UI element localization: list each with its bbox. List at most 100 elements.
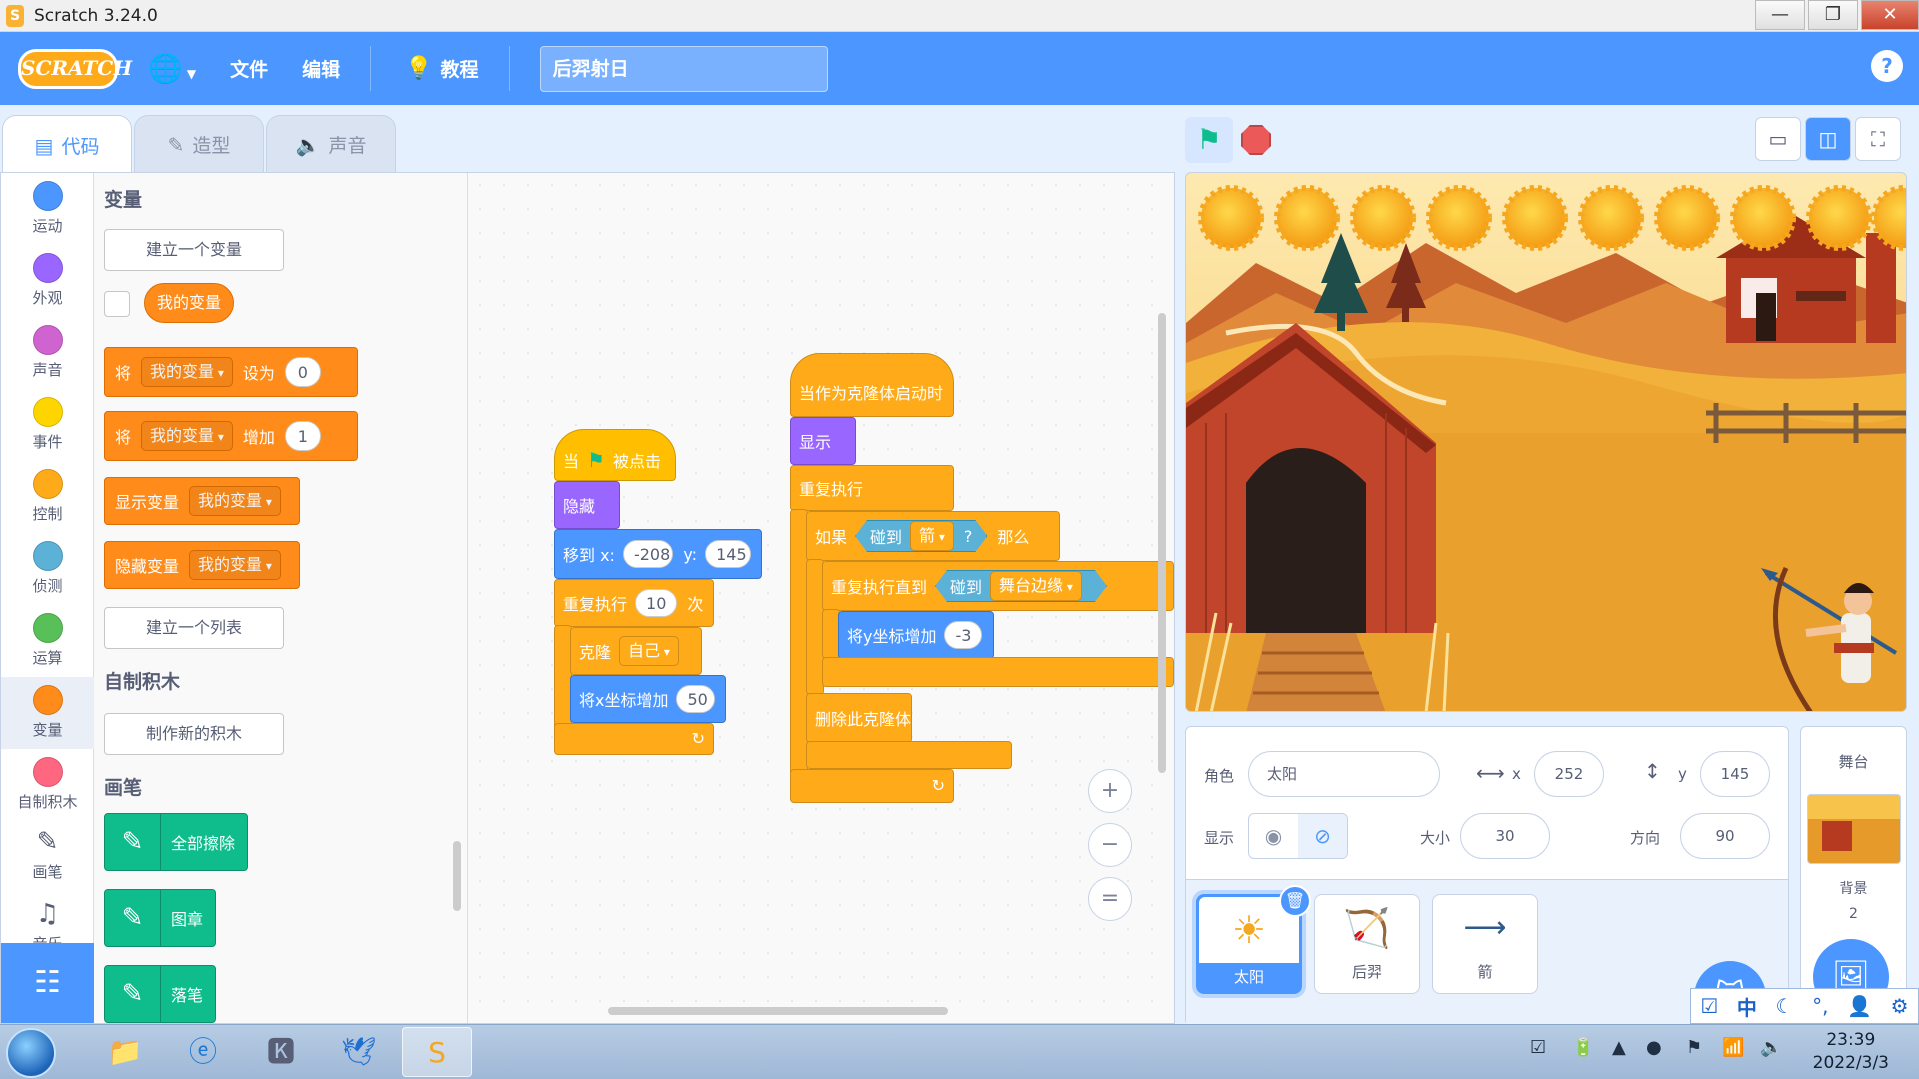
y-position-input[interactable]: 145 [1700,751,1770,797]
category-looks[interactable]: 外观 [1,245,94,317]
category-pen[interactable]: ✎ 画笔 [1,821,94,893]
value-input[interactable]: 1 [284,421,321,451]
direction-input[interactable]: 90 [1680,813,1770,859]
category-sensing[interactable]: 侦测 [1,533,94,605]
set-variable-block[interactable]: 将 我的变量 设为 0 [104,347,358,397]
y-input[interactable]: 145 [705,540,751,568]
make-list-button[interactable]: 建立一个列表 [104,607,284,649]
small-stage-button[interactable]: ▭ [1755,117,1801,161]
system-clock[interactable]: 23:39 2022/3/3 [1813,1029,1889,1075]
zoom-in-button[interactable]: + [1088,769,1132,813]
ime-moon-icon[interactable]: ☾ [1776,994,1794,1018]
project-title-input[interactable]: 后羿射日 [539,45,828,92]
variable-dropdown[interactable]: 我的变量 [189,486,281,516]
add-extension-button[interactable]: ☷ [1,943,94,1023]
delete-clone-block[interactable]: 删除此克隆体 [806,693,912,743]
delete-sprite-icon[interactable]: 🗑 [1279,885,1311,917]
my-variable-reporter[interactable]: 我的变量 [144,283,235,323]
help-icon[interactable]: ? [1871,50,1903,82]
variable-dropdown[interactable]: 我的变量 [141,421,233,451]
category-sound[interactable]: 声音 [1,317,94,389]
app-k-icon[interactable]: 🅺 [246,1027,316,1077]
repeat-block[interactable]: 重复执行 10 次 [554,579,714,627]
start-button[interactable] [6,1028,56,1078]
scratch-taskbar-icon[interactable]: S [402,1027,472,1077]
file-menu[interactable]: 文件 [230,55,268,82]
tutorials-menu[interactable]: 💡 教程 [405,55,478,82]
if-then-block[interactable]: 如果 碰到 箭 ? 那么 [806,511,1060,561]
make-variable-button[interactable]: 建立一个变量 [104,229,284,271]
browser-icon[interactable]: ⓔ [168,1027,238,1077]
ime-checkmark-icon[interactable]: ☑ [1700,994,1718,1018]
stage-canvas[interactable] [1185,172,1907,712]
x-input[interactable]: -208 [622,540,674,568]
tray-expand-icon[interactable]: ▲ [1612,1037,1626,1058]
minimize-button[interactable]: — [1755,0,1805,30]
value-input[interactable]: 0 [284,357,321,387]
when-start-as-clone-block[interactable]: 当作为克隆体启动时 [790,353,954,417]
touching-edge-condition[interactable]: 碰到 舞台边缘 [935,570,1107,602]
file-explorer-icon[interactable]: 📁 [90,1027,160,1077]
tray-check-icon[interactable]: ☑ [1530,1037,1546,1058]
category-motion[interactable]: 运动 [1,173,94,245]
clone-target-dropdown[interactable]: 自己 [619,636,679,666]
sprite-tile-archer[interactable]: 🏹 后羿 [1314,894,1420,994]
green-flag-button[interactable]: ⚑ [1185,117,1233,163]
change-variable-block[interactable]: 将 我的变量 增加 1 [104,411,358,461]
change-x-block[interactable]: 将x坐标增加 50 [570,675,726,723]
edit-menu[interactable]: 编辑 [302,55,340,82]
sprite-tile-sun[interactable]: ☀ 太阳 🗑 [1196,885,1311,994]
variable-dropdown[interactable]: 我的变量 [141,357,233,387]
when-flag-clicked-block[interactable]: 当 ⚑ 被点击 [554,429,676,481]
hide-eye-icon[interactable]: ⊘ [1298,814,1347,858]
bird-app-icon[interactable]: 🕊 [324,1027,394,1077]
globe-icon[interactable]: 🌐 ▼ [148,52,196,85]
script-area[interactable]: 当 ⚑ 被点击 隐藏 移到 x: -208 y: 145 重复执行 10 次 克… [468,173,1174,1023]
palette-scrollbar[interactable] [453,841,461,911]
tray-volume-icon[interactable]: 🔈 [1760,1037,1782,1058]
size-input[interactable]: 30 [1460,813,1550,859]
pen-stamp-block[interactable]: ✎ 图章 [104,889,217,947]
sprite-tile-arrow[interactable]: ⟶ 箭 [1432,894,1538,994]
close-button[interactable]: ✕ [1861,0,1919,30]
pen-down-block[interactable]: ✎ 落笔 [104,965,217,1023]
ime-user-icon[interactable]: 👤 [1847,994,1872,1018]
normal-stage-button[interactable]: ◫ [1805,117,1851,161]
tray-battery-icon[interactable]: 🔋 [1572,1037,1594,1058]
x-position-input[interactable]: 252 [1534,751,1604,797]
goto-xy-block[interactable]: 移到 x: -208 y: 145 [554,529,762,579]
zoom-out-button[interactable]: − [1088,823,1132,867]
variable-checkbox[interactable] [104,291,130,317]
change-y-input[interactable]: -3 [944,621,983,649]
hide-block[interactable]: 隐藏 [554,481,620,529]
category-variables[interactable]: 变量 [1,677,94,749]
ime-punctuation-icon[interactable]: °, [1812,994,1828,1018]
restore-button[interactable]: ❐ [1808,0,1858,30]
repeat-until-block[interactable]: 重复执行直到 碰到 舞台边缘 [822,561,1174,611]
forever-block[interactable]: 重复执行 [790,465,954,511]
edge-dropdown[interactable]: 舞台边缘 [990,571,1082,601]
tab-costumes[interactable]: ✎ 造型 [134,115,264,173]
category-operators[interactable]: 运算 [1,605,94,677]
touching-condition[interactable]: 碰到 箭 ? [855,520,987,552]
stage-target-pane[interactable]: 舞台 背景 2 🖼 [1800,726,1907,1026]
ime-language-toggle[interactable]: 中 [1737,992,1757,1021]
tray-network-icon[interactable]: 📶 [1722,1037,1744,1058]
code-vertical-scrollbar[interactable] [1158,313,1166,773]
category-music[interactable]: ♫ 音乐 [1,893,94,943]
sprite-name-input[interactable]: 太阳 [1248,751,1440,797]
tray-flag-icon[interactable]: ⚑ [1686,1037,1702,1058]
category-myblocks[interactable]: 自制积木 [1,749,94,821]
create-clone-block[interactable]: 克隆 自己 [570,627,702,675]
tab-code[interactable]: ▤ 代码 [2,115,132,175]
ime-gear-icon[interactable]: ⚙ [1891,994,1909,1018]
scratch-logo[interactable]: SCRATCH [18,48,132,89]
repeat-count-input[interactable]: 10 [635,589,678,617]
hide-variable-block[interactable]: 隐藏变量 我的变量 [104,541,300,589]
tray-app-icon[interactable]: ● [1646,1037,1662,1058]
variable-dropdown[interactable]: 我的变量 [189,550,281,580]
tab-sounds[interactable]: 🔈 声音 [266,115,396,173]
pen-clear-block[interactable]: ✎ 全部擦除 [104,813,249,871]
show-variable-block[interactable]: 显示变量 我的变量 [104,477,300,525]
category-control[interactable]: 控制 [1,461,94,533]
